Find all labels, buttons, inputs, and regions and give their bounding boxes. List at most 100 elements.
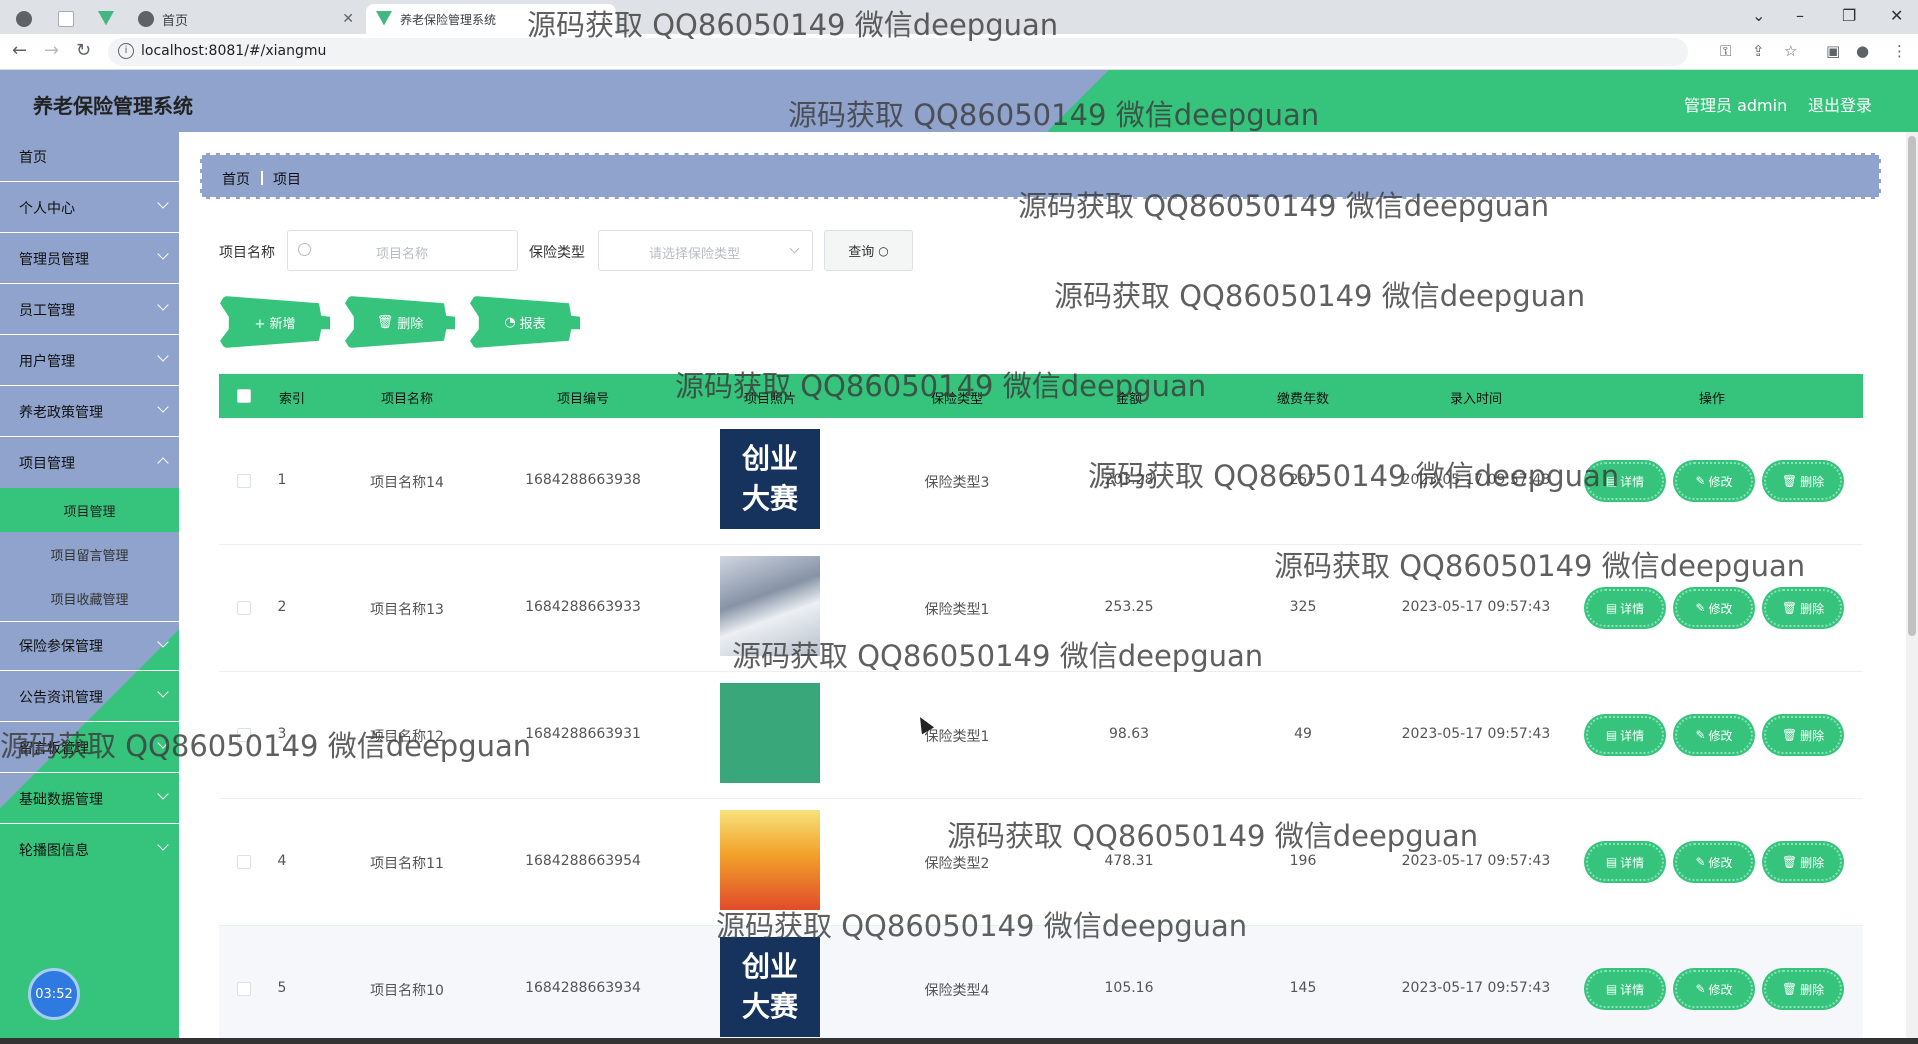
row-delete-button[interactable]: 🗑 删除 xyxy=(1764,589,1842,627)
row-checkbox[interactable] xyxy=(237,982,251,996)
app-title: 养老保险管理系统 xyxy=(33,94,193,118)
row-checkbox[interactable] xyxy=(237,855,251,869)
cell-index: 3 xyxy=(277,726,287,742)
detail-button[interactable]: ▤ 详情 xyxy=(1586,970,1664,1008)
info-icon[interactable]: i xyxy=(118,43,134,59)
row-delete-button[interactable]: 🗑 删除 xyxy=(1764,716,1842,754)
row-checkbox[interactable] xyxy=(237,601,251,615)
sidebar-item-project-mgmt[interactable]: 项目管理 xyxy=(0,438,179,488)
forward-icon[interactable]: → xyxy=(44,40,59,61)
edit-button[interactable]: ✎ 修改 xyxy=(1675,843,1753,881)
detail-label: 详情 xyxy=(1620,855,1645,870)
breadcrumb-current: 项目 xyxy=(273,172,301,188)
search-icon xyxy=(298,243,311,256)
sidebar-item-message-board[interactable]: 留言板管理 xyxy=(0,723,179,773)
query-label: 查询 xyxy=(848,245,875,260)
sidebar-subitem-label: 项目留言管理 xyxy=(50,548,129,564)
restore-icon[interactable]: ❐ xyxy=(1842,6,1856,25)
edit-button[interactable]: ✎ 修改 xyxy=(1675,589,1753,627)
profile-icon[interactable]: ● xyxy=(1856,42,1869,60)
edit-button[interactable]: ✎ 修改 xyxy=(1675,970,1753,1008)
cell-time: 2023-05-17 09:57:43 xyxy=(1401,853,1551,869)
row-checkbox[interactable] xyxy=(237,728,251,742)
table-row: 3 项目名称12 1684288663931 保险类型1 98.63 49 20… xyxy=(219,672,1863,799)
query-button[interactable]: 查询 ○ xyxy=(824,230,913,271)
sidebar-subitem-project-comments[interactable]: 项目留言管理 xyxy=(0,532,179,576)
delete-button[interactable]: 🗑 删除 xyxy=(345,296,455,348)
column-header: 项目照片 xyxy=(743,392,797,407)
sidebar: 首页 个人中心 管理员管理 员工管理 用户管理 养老政策管理 项目管理 项目管理… xyxy=(0,132,179,1044)
sidebar-item-home[interactable]: 首页 xyxy=(0,132,179,182)
scrollbar-thumb[interactable] xyxy=(1908,136,1916,636)
row-checkbox[interactable] xyxy=(237,474,251,488)
chevron-down-icon xyxy=(157,737,169,749)
page-scrollbar[interactable] xyxy=(1906,132,1918,1038)
close-icon[interactable]: ✕ xyxy=(342,11,354,27)
sidebar-item-base-data[interactable]: 基础数据管理 xyxy=(0,774,179,824)
tab-search-icon[interactable]: ⌄ xyxy=(1752,6,1765,25)
url-field[interactable]: i localhost:8081/#/xiangmu xyxy=(108,38,1688,66)
project-photo: 创业 大赛 xyxy=(720,937,820,1037)
detail-button[interactable]: ▤ 详情 xyxy=(1586,589,1664,627)
logout-link[interactable]: 退出登录 xyxy=(1808,92,1872,116)
sidebar-subitem-project-favorites[interactable]: 项目收藏管理 xyxy=(0,576,179,620)
trash-icon: 🗑 xyxy=(1781,474,1798,488)
vue-icon xyxy=(376,11,392,26)
back-icon[interactable]: ← xyxy=(12,40,27,61)
row-delete-button[interactable]: 🗑 删除 xyxy=(1764,970,1842,1008)
select-all-checkbox[interactable] xyxy=(237,389,251,403)
add-button[interactable]: + 新增 xyxy=(220,296,330,348)
project-photo xyxy=(720,683,820,783)
detail-button[interactable]: ▤ 详情 xyxy=(1586,716,1664,754)
sidebar-subitem-project[interactable]: 项目管理 xyxy=(0,488,179,532)
sidebar-item-notice-mgmt[interactable]: 公告资讯管理 xyxy=(0,672,179,722)
chevron-down-icon xyxy=(157,401,169,413)
side-panel-icon[interactable]: ▣ xyxy=(1826,42,1840,60)
insurance-type-label: 保险类型 xyxy=(529,245,585,261)
insurance-type-select[interactable]: 请选择保险类型 xyxy=(598,230,813,271)
reload-icon[interactable]: ↻ xyxy=(76,40,91,61)
bookmark-star-icon[interactable]: ☆ xyxy=(1784,42,1797,60)
project-name-input[interactable]: 项目名称 xyxy=(287,230,518,271)
row-delete-button[interactable]: 🗑 删除 xyxy=(1764,462,1842,500)
tab-system[interactable]: 养老保险管理系统 xyxy=(366,4,616,34)
cell-code: 1684288663938 xyxy=(525,472,641,488)
breadcrumb-separator xyxy=(261,171,263,185)
detail-button[interactable]: ▤ 详情 xyxy=(1586,843,1664,881)
cell-type: 保险类型2 xyxy=(924,856,990,872)
pinned-tab[interactable] xyxy=(48,4,84,34)
sidebar-item-staff-mgmt[interactable]: 员工管理 xyxy=(0,285,179,335)
cell-type: 保险类型1 xyxy=(924,729,990,745)
sidebar-item-insurance-mgmt[interactable]: 保险参保管理 xyxy=(0,621,179,671)
menu-icon[interactable]: ⋮ xyxy=(1892,42,1907,60)
sidebar-item-label: 个人中心 xyxy=(19,200,75,217)
table-row: 1 项目名称14 1684288663938 创业 大赛 保险类型3 203.28… xyxy=(219,418,1863,545)
delete-label: 删除 xyxy=(1800,982,1825,997)
page-icon xyxy=(58,11,74,27)
pinned-tab[interactable] xyxy=(6,4,42,34)
url-text: localhost:8081/#/xiangmu xyxy=(141,43,327,59)
edit-button[interactable]: ✎ 修改 xyxy=(1675,716,1753,754)
key-icon[interactable]: ⚿ xyxy=(1720,42,1731,60)
tab-home[interactable]: 首页 ✕ xyxy=(128,4,364,34)
sidebar-item-admin-mgmt[interactable]: 管理员管理 xyxy=(0,234,179,284)
sidebar-item-carousel[interactable]: 轮播图信息 xyxy=(0,825,179,875)
minimize-icon[interactable]: – xyxy=(1796,6,1804,25)
sidebar-item-user-mgmt[interactable]: 用户管理 xyxy=(0,336,179,386)
pencil-icon: ✎ xyxy=(1695,982,1706,996)
pinned-tab[interactable] xyxy=(88,4,124,34)
edit-button[interactable]: ✎ 修改 xyxy=(1675,462,1753,500)
edit-label: 修改 xyxy=(1708,728,1733,743)
breadcrumb: 首页 项目 xyxy=(200,153,1881,199)
breadcrumb-home[interactable]: 首页 xyxy=(222,169,250,189)
report-button[interactable]: ◔ 报表 xyxy=(470,296,580,348)
detail-button[interactable]: ▤ 详情 xyxy=(1586,462,1664,500)
share-icon[interactable]: ⇪ xyxy=(1752,42,1765,60)
close-window-icon[interactable]: ✕ xyxy=(1890,6,1903,25)
delete-label: 删除 xyxy=(1800,601,1825,616)
document-icon: ▤ xyxy=(1605,728,1618,742)
sidebar-item-personal-center[interactable]: 个人中心 xyxy=(0,183,179,233)
sidebar-item-policy-mgmt[interactable]: 养老政策管理 xyxy=(0,387,179,437)
cell-index: 1 xyxy=(277,472,287,488)
row-delete-button[interactable]: 🗑 删除 xyxy=(1764,843,1842,881)
